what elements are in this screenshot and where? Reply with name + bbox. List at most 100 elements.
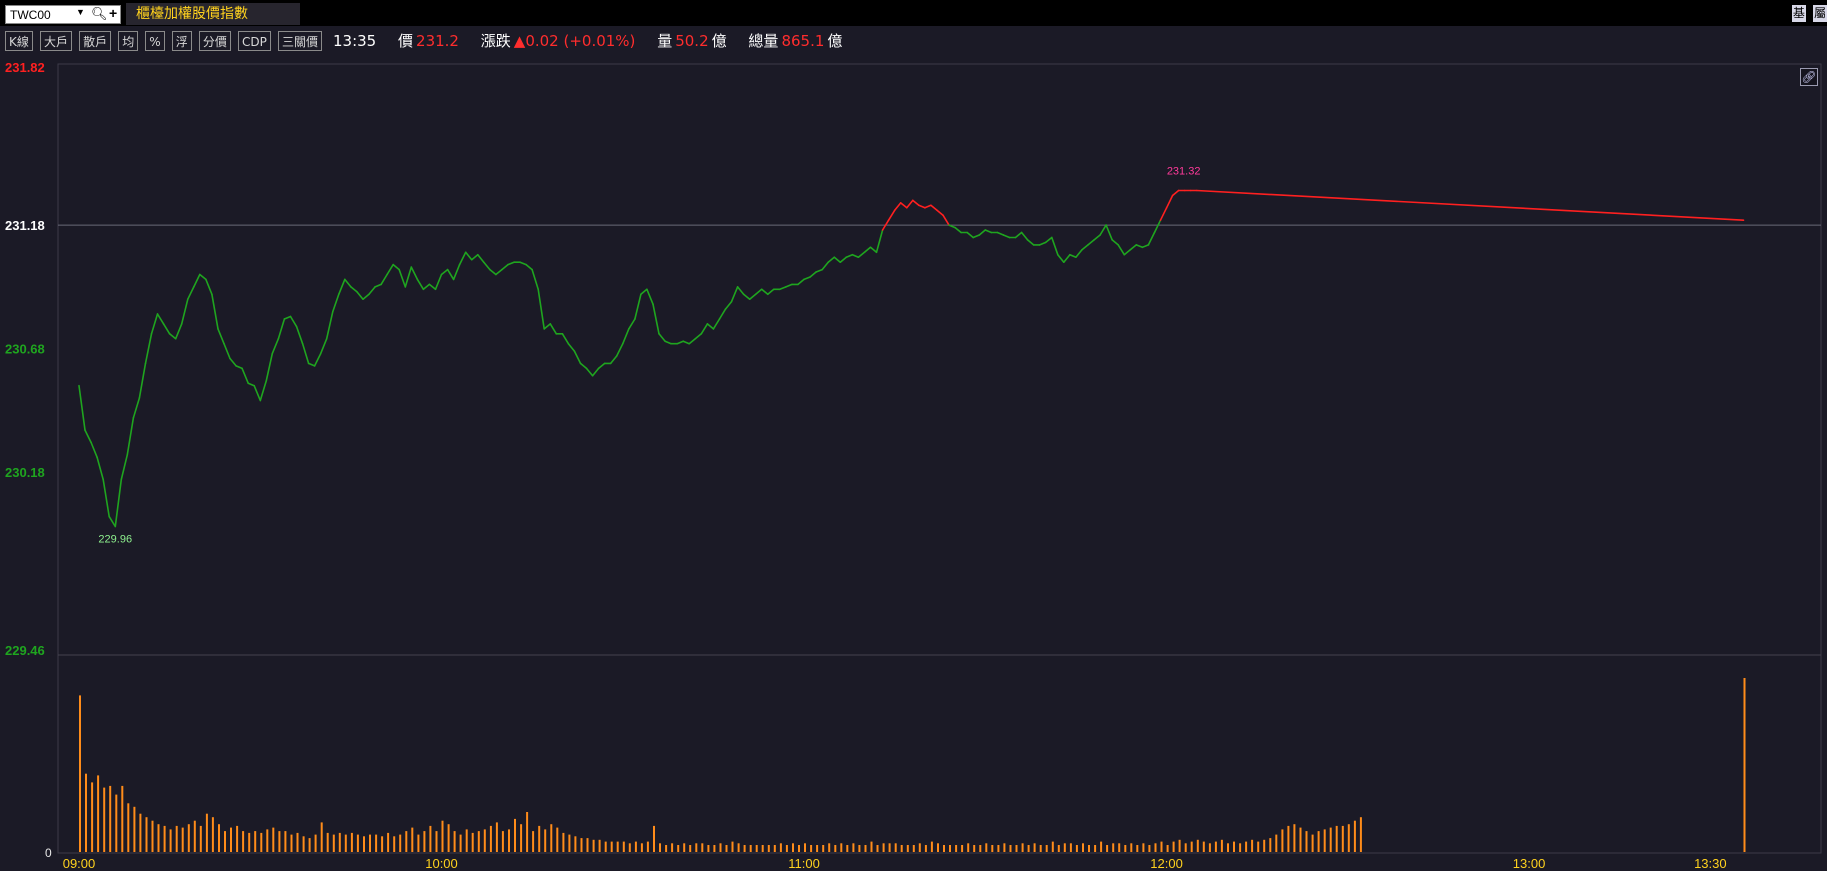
volume-bar — [924, 845, 927, 852]
volume-bar — [501, 831, 504, 852]
volume-bar — [1341, 825, 1344, 852]
volume-bar — [876, 845, 879, 852]
volume-bar — [1269, 838, 1272, 852]
volume-bar — [405, 831, 408, 852]
volume-bar — [653, 825, 655, 852]
volume-bar — [205, 813, 208, 852]
volume-bar — [1142, 843, 1145, 852]
volume-bar — [1124, 845, 1127, 852]
volume-bar — [1239, 843, 1242, 852]
volume-bar — [912, 845, 915, 852]
x-tick-label: 12:00 — [1150, 856, 1183, 871]
volume-bar — [266, 829, 269, 852]
volume-bar — [1009, 845, 1012, 852]
high-annotation: 231.32 — [1167, 166, 1201, 178]
volume-bar — [810, 845, 813, 852]
volume-bar — [1015, 845, 1018, 852]
volume-bar — [163, 825, 166, 852]
volume-bar — [230, 827, 232, 852]
volume-bar — [1172, 841, 1175, 852]
volume-bar — [689, 845, 692, 852]
volume-bar — [109, 785, 112, 852]
volume-bar — [236, 825, 239, 852]
volume-bar — [326, 832, 329, 852]
volume-bar — [767, 845, 770, 852]
volume-bar — [1112, 843, 1115, 852]
volume-bar — [967, 843, 970, 852]
volume-bar — [338, 832, 341, 852]
volume-bar — [822, 845, 825, 852]
volume-bar — [622, 841, 625, 852]
volume-bar — [1003, 843, 1006, 852]
volume-bar — [296, 832, 299, 852]
volume-bar — [580, 838, 583, 852]
volume-bar — [1227, 843, 1229, 852]
volume-bar — [562, 832, 565, 852]
volume-bar — [278, 831, 281, 852]
volume-bar — [604, 841, 607, 852]
volume-bar — [1069, 843, 1072, 852]
volume-bar — [508, 829, 510, 852]
volume-bar — [671, 843, 674, 852]
volume-bar — [1106, 845, 1109, 852]
volume-bar — [695, 843, 698, 852]
volume-bar — [302, 836, 305, 852]
volume-bar — [369, 834, 371, 852]
volume-bar — [1154, 843, 1157, 852]
volume-bar — [495, 822, 498, 852]
volume-bar — [586, 838, 589, 852]
volume-bar — [955, 845, 958, 852]
volume-bar — [701, 843, 704, 852]
volume-bar — [260, 832, 263, 852]
volume-bar — [846, 845, 849, 852]
volume-bar — [761, 845, 764, 852]
volume-bar — [320, 822, 323, 852]
volume-bar — [411, 827, 414, 852]
y-tick-label: 230.18 — [5, 465, 45, 480]
volume-bar — [435, 831, 438, 852]
volume-bar — [937, 843, 939, 852]
volume-bar — [133, 806, 136, 852]
volume-bar — [1305, 831, 1308, 852]
volume-bar — [471, 832, 474, 852]
volume-bar — [773, 845, 776, 852]
volume-bar — [242, 831, 245, 852]
volume-bar — [1160, 841, 1163, 852]
volume-bar — [616, 841, 619, 852]
volume-bar — [1233, 841, 1235, 852]
volume-bar — [1323, 829, 1326, 852]
link-icon[interactable]: 🔗︎ — [1800, 68, 1818, 86]
volume-bar — [1208, 843, 1211, 852]
volume-bar — [659, 843, 661, 852]
volume-bar — [628, 843, 631, 852]
volume-bar — [900, 845, 903, 852]
volume-bar — [399, 834, 402, 852]
volume-bar — [181, 827, 184, 852]
volume-bar — [356, 834, 359, 852]
volume-bar — [1299, 827, 1302, 852]
volume-bar — [568, 834, 571, 852]
volume-bar — [1196, 839, 1199, 852]
volume-bar — [272, 827, 275, 852]
volume-bar — [1245, 841, 1248, 852]
volume-bar — [1329, 827, 1332, 852]
volume-bar — [930, 841, 933, 852]
volume-bar — [985, 843, 988, 852]
volume-bar — [145, 817, 148, 852]
volume-bar — [254, 831, 257, 852]
volume-bar — [882, 843, 885, 852]
x-tick-label: 13:30 — [1694, 856, 1727, 871]
volume-bar — [864, 845, 867, 852]
volume-bar — [1184, 843, 1187, 852]
volume-bar — [121, 785, 124, 852]
volume-bar — [151, 820, 154, 852]
volume-bar — [870, 841, 873, 852]
volume-bar — [465, 829, 468, 852]
volume-bar — [139, 813, 142, 852]
volume-bar — [1136, 845, 1139, 852]
intraday-chart: 231.82 231.18 230.68 230.18 229.46 0 09:00 10:… — [5, 60, 1822, 871]
volume-bar — [1094, 845, 1097, 852]
volume-bar — [514, 818, 516, 852]
volume-bar — [97, 775, 100, 852]
volume-bar — [816, 845, 819, 852]
